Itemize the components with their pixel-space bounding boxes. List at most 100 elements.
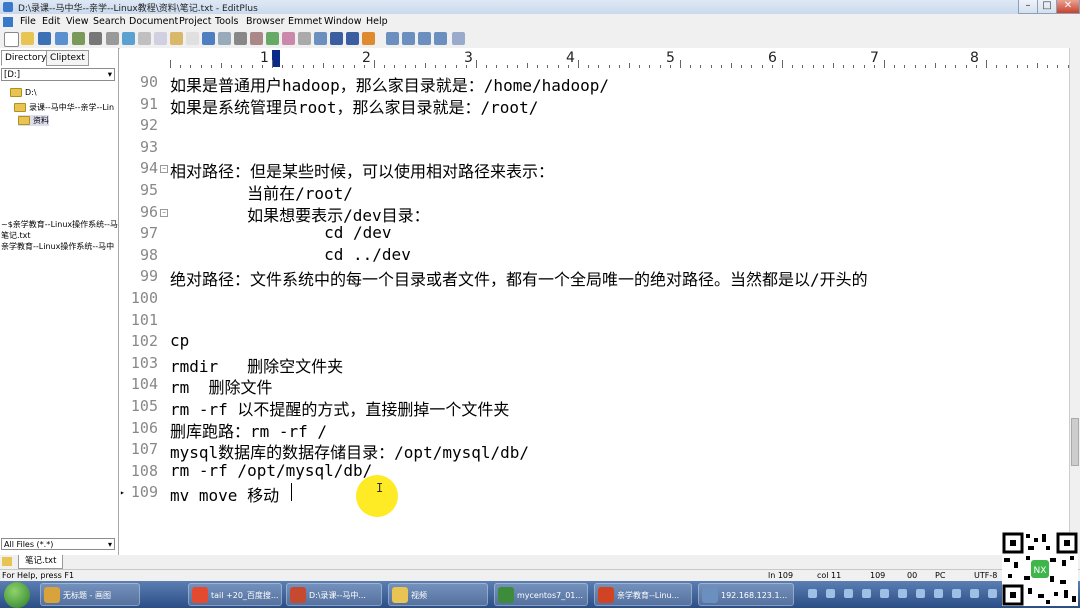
ruler: 1 2 3 4 5 6 7 8	[120, 48, 1079, 69]
code-line: cp	[170, 331, 190, 351]
tile-icon[interactable]	[418, 32, 431, 45]
tree-item-root[interactable]: D:\	[10, 88, 37, 97]
chevron-down-icon: ▾	[107, 540, 112, 549]
ftp-icon[interactable]	[72, 32, 85, 45]
fold-toggle-icon[interactable]: −	[160, 165, 168, 174]
drive-value: [D:]	[4, 70, 21, 80]
tray-icon[interactable]	[916, 589, 925, 598]
line-number: 90	[139, 73, 158, 91]
menu-project[interactable]: Project	[179, 16, 212, 27]
match-brace-icon[interactable]	[282, 32, 295, 45]
menu-file[interactable]: File	[20, 16, 36, 27]
status-line: ln 109	[768, 571, 794, 580]
new-file-icon[interactable]	[4, 32, 19, 47]
vertical-scrollbar[interactable]	[1069, 48, 1080, 555]
taskbar-item[interactable]: 视频	[388, 583, 488, 606]
tree-item-course[interactable]: 录课--马中华--亲学--Lin	[14, 102, 114, 113]
status-line-ending: PC	[935, 571, 946, 580]
menu-edit[interactable]: Edit	[42, 16, 60, 27]
replace-icon[interactable]	[250, 32, 263, 45]
menu-window[interactable]: Window	[324, 16, 361, 27]
menu-emmet[interactable]: Emmet	[288, 16, 322, 27]
file-list-item[interactable]: ~$亲学教育--Linux操作系统--马	[1, 219, 118, 230]
tab-directory[interactable]: Directory	[1, 50, 51, 66]
taskbar-item[interactable]: tail +20_百度搜...	[188, 583, 282, 606]
code-line: rmdir 删除空文件夹	[170, 356, 344, 376]
code-line: 当前在/root/	[170, 184, 353, 203]
file-list-item[interactable]: 亲学教育--Linux操作系统--马中	[1, 241, 114, 252]
menu-document[interactable]: Document	[129, 16, 178, 27]
document-tab[interactable]: 笔记.txt	[18, 555, 64, 569]
ruler-number: 3	[464, 50, 473, 66]
close-button[interactable]: ✕	[1056, 0, 1080, 14]
taskbar-item[interactable]: 亲学教育--Linu...	[594, 583, 692, 606]
taskbar-item[interactable]: D:\录课--马中...	[286, 583, 382, 606]
help-cursor-icon[interactable]	[452, 32, 465, 45]
editor-area[interactable]: 90 如果是普通用户hadoop，那么家目录就是：/home/hadoop/91 如…	[120, 68, 1070, 555]
fold-toggle-icon[interactable]: −	[160, 208, 168, 217]
drive-select[interactable]: [D:] ▾	[1, 68, 115, 81]
taskbar-item-label: 亲学教育--Linu...	[617, 591, 680, 600]
split-window-icon[interactable]	[402, 32, 415, 45]
tray-icon[interactable]	[898, 589, 907, 598]
copy-icon[interactable]	[154, 32, 167, 45]
tray-icon[interactable]	[952, 589, 961, 598]
document-menu-icon[interactable]	[3, 17, 13, 27]
save-icon[interactable]	[38, 32, 51, 45]
paste-icon[interactable]	[170, 32, 183, 45]
tray-icon[interactable]	[970, 589, 979, 598]
start-button[interactable]	[4, 582, 30, 608]
file-list-item[interactable]: 笔记.txt	[1, 230, 31, 241]
ruler-icon[interactable]	[330, 32, 343, 45]
delete-icon[interactable]	[186, 32, 199, 45]
menu-browser[interactable]: Browser	[246, 16, 285, 27]
tray-icon[interactable]	[934, 589, 943, 598]
ruler-tick	[578, 60, 579, 68]
status-char-code: 00	[907, 571, 918, 580]
tray-icon[interactable]	[988, 589, 997, 598]
tree-item-materials[interactable]: 资料	[18, 115, 49, 126]
tray-icon[interactable]	[826, 589, 835, 598]
line-number: 96	[139, 202, 158, 221]
taskbar-item-label: D:\录课--马中...	[309, 591, 366, 600]
print-preview-icon[interactable]	[106, 32, 119, 45]
menu-help[interactable]: Help	[366, 16, 388, 27]
tray-icon[interactable]	[880, 589, 889, 598]
menu-view[interactable]: View	[66, 16, 89, 27]
hex-view-icon[interactable]	[314, 32, 327, 45]
tray-icon[interactable]	[844, 589, 853, 598]
taskbar-item-label: 192.168.123.1...	[721, 591, 788, 600]
scrollbar-thumb[interactable]	[1071, 418, 1079, 466]
spellcheck-icon[interactable]	[122, 32, 135, 45]
view-mode-icon[interactable]	[386, 32, 399, 45]
fullscreen-icon[interactable]	[434, 32, 447, 45]
cut-icon[interactable]	[138, 32, 151, 45]
tab-cliptext[interactable]: Cliptext	[46, 50, 89, 66]
line-number-icon[interactable]	[346, 32, 359, 45]
file-filter-select[interactable]: All Files (*.*) ▾	[1, 538, 115, 550]
menu-tools[interactable]: Tools	[215, 16, 238, 27]
taskbar-item[interactable]: mycentos7_01...	[494, 583, 588, 606]
save-all-icon[interactable]	[55, 32, 68, 45]
tree-item-label: 资料	[33, 116, 49, 125]
ruler-tick	[476, 60, 477, 68]
find-icon[interactable]	[234, 32, 247, 45]
minimize-button[interactable]: –	[1018, 0, 1038, 14]
maximize-button[interactable]: □	[1037, 0, 1057, 14]
goto-line-icon[interactable]	[266, 32, 279, 45]
ruler-number: 2	[362, 50, 371, 66]
redo-icon[interactable]	[218, 32, 231, 45]
taskbar-item[interactable]: 192.168.123.1...	[698, 583, 794, 606]
taskbar-item[interactable]: 无标题 - 画图	[40, 583, 140, 606]
undo-icon[interactable]	[202, 32, 215, 45]
open-folder-icon[interactable]	[21, 32, 34, 45]
menu-search[interactable]: Search	[93, 16, 126, 27]
print-icon[interactable]	[89, 32, 102, 45]
tray-icon[interactable]	[808, 589, 817, 598]
line-number: 104	[130, 375, 158, 394]
check-icon[interactable]	[362, 32, 375, 45]
ruler-number: 5	[666, 50, 675, 66]
word-wrap-icon[interactable]	[298, 32, 311, 45]
tray-icon[interactable]	[862, 589, 871, 598]
tree-item-label: D:\	[25, 88, 37, 97]
